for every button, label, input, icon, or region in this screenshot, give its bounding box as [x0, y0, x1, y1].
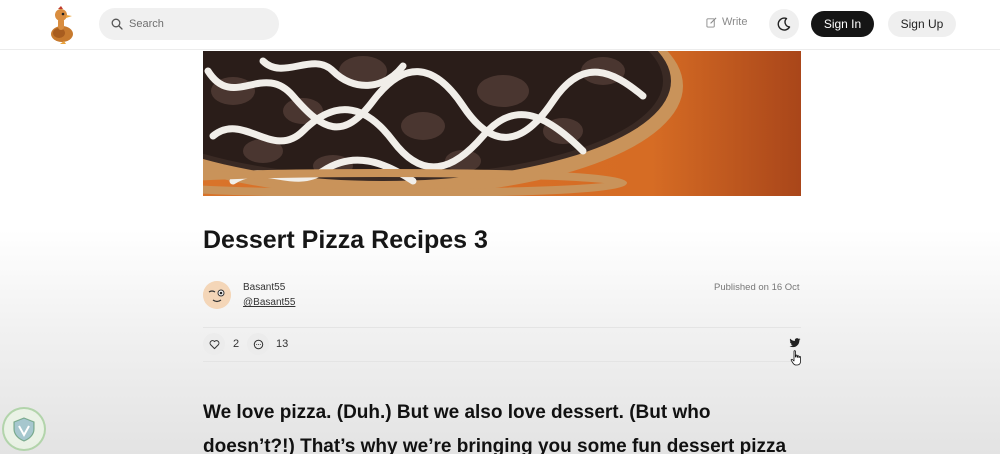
article-body-text: We love pizza. (Duh.) But we also love d…	[203, 402, 787, 454]
divider-top	[203, 327, 801, 328]
search-placeholder: Search	[129, 18, 164, 30]
search-bar[interactable]: Search	[99, 8, 279, 40]
comment-bubble-icon	[253, 339, 263, 349]
author-handle-link[interactable]: @Basant55	[243, 297, 295, 308]
moon-icon	[777, 17, 791, 31]
author-avatar[interactable]	[203, 281, 231, 309]
author-name[interactable]: Basant55	[243, 282, 285, 293]
article-hero-image	[203, 51, 801, 196]
twitter-share-icon[interactable]	[789, 337, 801, 349]
sign-up-button[interactable]: Sign Up	[888, 11, 956, 37]
article-title: Dessert Pizza Recipes 3	[203, 226, 488, 254]
top-navigation-bar: Search Write Sign In Sign Up	[0, 0, 1000, 50]
watermark-badge	[2, 407, 46, 451]
theme-toggle-button[interactable]	[769, 9, 799, 39]
winking-face-icon	[203, 281, 231, 309]
like-button[interactable]	[203, 333, 225, 355]
hand-pointer-cursor-icon	[790, 350, 801, 366]
pencil-square-icon	[706, 17, 717, 28]
sign-in-button[interactable]: Sign In	[811, 11, 874, 37]
comment-count: 13	[276, 338, 289, 350]
heart-icon	[209, 339, 219, 349]
comment-button[interactable]	[247, 333, 269, 355]
write-button[interactable]: Write	[706, 16, 747, 28]
published-date: Published on 16 Oct	[714, 282, 800, 293]
like-count: 2	[233, 338, 240, 350]
duck-logo-icon[interactable]	[46, 4, 76, 44]
write-label: Write	[722, 16, 748, 28]
shield-logo-icon	[13, 417, 35, 442]
divider-bottom	[203, 361, 801, 362]
pizza-image	[203, 51, 801, 196]
search-icon	[111, 18, 123, 30]
